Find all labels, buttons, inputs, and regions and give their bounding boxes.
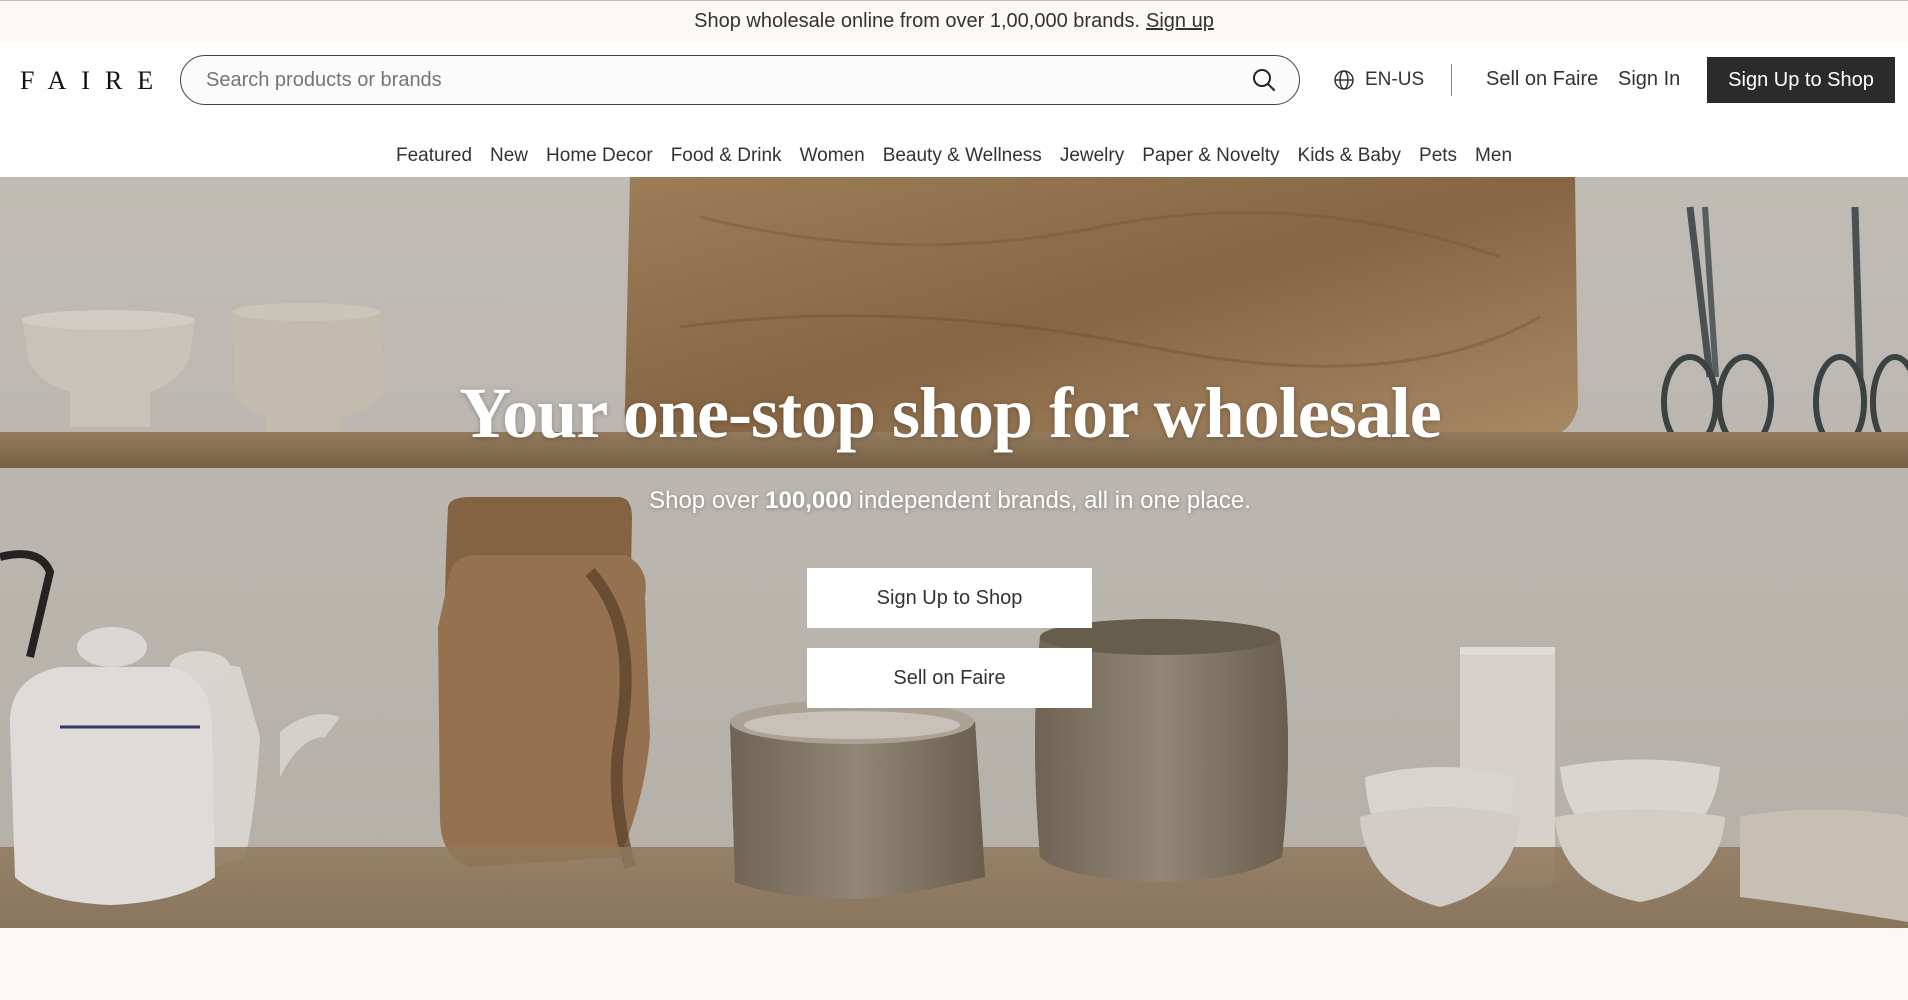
header-divider bbox=[1451, 64, 1452, 96]
hero-overlay bbox=[0, 177, 1908, 928]
faire-logo[interactable]: FAIRE bbox=[20, 66, 168, 96]
search-input[interactable] bbox=[206, 68, 1251, 92]
page-footer-area bbox=[0, 928, 1908, 1000]
globe-icon bbox=[1334, 70, 1354, 90]
category-beauty-wellness[interactable]: Beauty & Wellness bbox=[883, 145, 1042, 167]
search-icon[interactable] bbox=[1251, 67, 1277, 93]
category-men[interactable]: Men bbox=[1475, 145, 1512, 167]
search-bar[interactable] bbox=[180, 55, 1300, 105]
announcement-text: Shop wholesale online from over 1,00,000… bbox=[694, 10, 1140, 32]
category-food-drink[interactable]: Food & Drink bbox=[671, 145, 782, 167]
sign-in-link[interactable]: Sign In bbox=[1618, 68, 1680, 91]
language-selector[interactable]: EN-US bbox=[1333, 64, 1424, 96]
category-nav: Featured New Home Decor Food & Drink Wom… bbox=[0, 134, 1908, 177]
category-kids-baby[interactable]: Kids & Baby bbox=[1298, 145, 1402, 167]
sell-on-faire-link[interactable]: Sell on Faire bbox=[1486, 68, 1598, 91]
hero-banner: Your one-stop shop for wholesale Shop ov… bbox=[0, 177, 1908, 928]
sign-up-to-shop-button[interactable]: Sign Up to Shop bbox=[1707, 57, 1895, 103]
site-header: FAIRE EN-US Sell on Faire Sign In Sign U… bbox=[0, 42, 1908, 177]
language-label: EN-US bbox=[1365, 69, 1425, 90]
category-women[interactable]: Women bbox=[800, 145, 865, 167]
hero-subtitle-count: 100,000 bbox=[765, 487, 852, 514]
category-new[interactable]: New bbox=[490, 145, 528, 167]
hero-subtitle: Shop over 100,000 independent brands, al… bbox=[0, 487, 1900, 515]
announcement-signup-link[interactable]: Sign up bbox=[1146, 10, 1214, 33]
category-jewelry[interactable]: Jewelry bbox=[1060, 145, 1124, 167]
category-home-decor[interactable]: Home Decor bbox=[546, 145, 653, 167]
category-pets[interactable]: Pets bbox=[1419, 145, 1457, 167]
hero-title: Your one-stop shop for wholesale bbox=[459, 373, 1441, 453]
announcement-bar: Shop wholesale online from over 1,00,000… bbox=[0, 0, 1908, 42]
hero-subtitle-prefix: Shop over bbox=[649, 487, 759, 514]
category-paper-novelty[interactable]: Paper & Novelty bbox=[1142, 145, 1279, 167]
hero-sell-on-faire-button[interactable]: Sell on Faire bbox=[807, 648, 1092, 708]
category-featured[interactable]: Featured bbox=[396, 145, 472, 167]
hero-subtitle-suffix: independent brands, all in one place. bbox=[858, 487, 1251, 514]
hero-sign-up-button[interactable]: Sign Up to Shop bbox=[807, 568, 1092, 628]
